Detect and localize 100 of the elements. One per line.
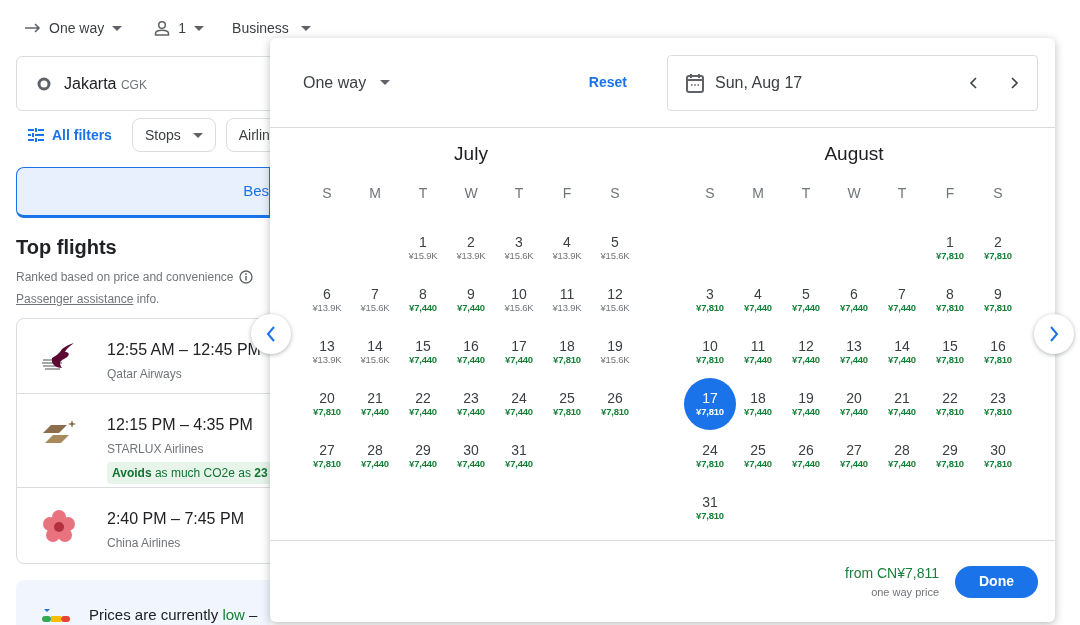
calendar-day[interactable]: 13 ¥13.9K	[303, 326, 351, 378]
calendar-day[interactable]: 28 ¥7,440	[351, 430, 399, 482]
calendar-day[interactable]: 10 ¥7,810	[686, 326, 734, 378]
calendar-day[interactable]: 4 ¥7,440	[734, 274, 782, 326]
calendar-day[interactable]: 25 ¥7,810	[543, 378, 591, 430]
trip-type-dropdown[interactable]: One way	[303, 70, 391, 95]
weekday-label: W	[463, 183, 479, 203]
chevron-left-icon	[969, 76, 977, 89]
calendar-day[interactable]: 18 ¥7,810	[543, 326, 591, 378]
calendar-day[interactable]: 18 ¥7,440	[734, 378, 782, 430]
weekday-label: M	[368, 183, 382, 203]
filter-chip[interactable]: Airlin	[225, 118, 270, 152]
calendar-day[interactable]: 27 ¥7,440	[830, 430, 878, 482]
caret-icon	[112, 25, 123, 31]
assistance-link[interactable]: Passenger assistance	[16, 292, 134, 306]
bird-logo	[41, 343, 74, 370]
calendar-day[interactable]: 4 ¥13.9K	[543, 222, 591, 274]
calendar-day[interactable]: 1 ¥7,810	[926, 222, 974, 274]
calendar-day[interactable]: 5 ¥15.6K	[591, 222, 639, 274]
reset-button[interactable]: Reset	[588, 72, 627, 93]
assistance-note: Passenger assistance info.	[16, 292, 160, 306]
calendar-day[interactable]: 21 ¥7,440	[878, 378, 926, 430]
calendar-day[interactable]: 20 ¥7,810	[303, 378, 351, 430]
calendar-day[interactable]: 13 ¥7,440	[830, 326, 878, 378]
calendar-day[interactable]: 8 ¥7,440	[399, 274, 447, 326]
sort-tab[interactable]: Bes	[16, 167, 270, 218]
calendar-day[interactable]: 1 ¥15.9K	[399, 222, 447, 274]
calendar-day[interactable]: 9 ¥7,440	[447, 274, 495, 326]
chevron-right-icon	[1011, 76, 1019, 89]
info-icon[interactable]	[238, 270, 253, 284]
calendar-day[interactable]: 22 ¥7,440	[399, 378, 447, 430]
calendar-day[interactable]: 23 ¥7,810	[974, 378, 1022, 430]
weekday-label: S	[704, 183, 716, 203]
calendar-day[interactable]: 22 ¥7,810	[926, 378, 974, 430]
calendar-day[interactable]: 16 ¥7,810	[974, 326, 1022, 378]
calendar-day[interactable]: 29 ¥7,810	[926, 430, 974, 482]
calendar-day[interactable]: 15 ¥7,810	[926, 326, 974, 378]
section-title: Top flights	[16, 235, 118, 260]
price-insight-text: Prices are currently low –	[89, 605, 258, 624]
calendar-day[interactable]: 24 ¥7,440	[495, 378, 543, 430]
calendar-day[interactable]: 2 ¥7,810	[974, 222, 1022, 274]
calendar-day[interactable]: 29 ¥7,440	[399, 430, 447, 482]
calendar-day[interactable]: 7 ¥15.6K	[351, 274, 399, 326]
calendar-day[interactable]: 10 ¥15.6K	[495, 274, 543, 326]
lowest-price: from CN¥7,811	[845, 563, 939, 583]
calendar-day[interactable]: 26 ¥7,440	[782, 430, 830, 482]
calendar-day[interactable]: 25 ¥7,440	[734, 430, 782, 482]
calendar-day[interactable]: 31 ¥7,810	[686, 482, 734, 534]
calendar-day[interactable]: 14 ¥15.6K	[351, 326, 399, 378]
filter-chip[interactable]: Stops	[131, 118, 216, 152]
calendar-day[interactable]: 17 ¥7,810	[684, 378, 736, 430]
calendar-day[interactable]: 26 ¥7,810	[591, 378, 639, 430]
price-note: one way price	[870, 584, 939, 600]
next-month-button[interactable]	[1034, 314, 1074, 354]
calendar-day[interactable]: 30 ¥7,810	[974, 430, 1022, 482]
calendar-day[interactable]: 21 ¥7,440	[351, 378, 399, 430]
calendar-day[interactable]: 24 ¥7,810	[686, 430, 734, 482]
weekday-label: T	[513, 183, 525, 203]
calendar-day[interactable]: 28 ¥7,440	[878, 430, 926, 482]
calendar-day[interactable]: 2 ¥13.9K	[447, 222, 495, 274]
calendar-day[interactable]: 14 ¥7,440	[878, 326, 926, 378]
calendar-day[interactable]: 7 ¥7,440	[878, 274, 926, 326]
emissions-badge: Avoids as much CO2e as 23	[107, 462, 270, 484]
all-filters-button[interactable]: All filters	[16, 124, 112, 146]
calendar-day[interactable]: 3 ¥7,810	[686, 274, 734, 326]
calendar-day[interactable]: 11 ¥13.9K	[543, 274, 591, 326]
calendar-day[interactable]: 19 ¥7,440	[782, 378, 830, 430]
calendar-day[interactable]: 3 ¥15.6K	[495, 222, 543, 274]
calendar-day[interactable]: 20 ¥7,440	[830, 378, 878, 430]
calendar-day[interactable]: 16 ¥7,440	[447, 326, 495, 378]
calendar-day[interactable]: 9 ¥7,810	[974, 274, 1022, 326]
caret-icon	[194, 25, 205, 31]
calendar-icon	[685, 72, 705, 93]
calendar-day[interactable]: 15 ¥7,440	[399, 326, 447, 378]
done-button[interactable]: Done	[955, 565, 1038, 598]
passengers-dropdown[interactable]: 1	[154, 17, 205, 39]
person-icon	[154, 20, 171, 36]
calendar-day[interactable]: 6 ¥13.9K	[303, 274, 351, 326]
calendar-day[interactable]: 6 ¥7,440	[830, 274, 878, 326]
calendar-day[interactable]: 12 ¥7,440	[782, 326, 830, 378]
trip-type-dropdown[interactable]: One way	[25, 17, 123, 39]
calendar-day[interactable]: 12 ¥15.6K	[591, 274, 639, 326]
calendar-day[interactable]: 27 ¥7,810	[303, 430, 351, 482]
weekday-label: F	[561, 183, 573, 203]
calendar-day[interactable]: 8 ¥7,810	[926, 274, 974, 326]
calendar-day[interactable]: 31 ¥7,440	[495, 430, 543, 482]
calendar-day[interactable]: 19 ¥15.6K	[591, 326, 639, 378]
caret-icon	[380, 80, 391, 85]
chevron-left-icon	[266, 326, 276, 342]
calendar-day[interactable]: 11 ¥7,440	[734, 326, 782, 378]
cabin-class-dropdown[interactable]: Business	[232, 17, 311, 39]
flower-logo	[43, 510, 75, 542]
star-logo	[43, 420, 76, 443]
calendar-day[interactable]: 17 ¥7,440	[495, 326, 543, 378]
departure-date-field[interactable]: Sun, Aug 17	[667, 54, 1038, 111]
calendar-day[interactable]: 5 ¥7,440	[782, 274, 830, 326]
calendar-day[interactable]: 30 ¥7,440	[447, 430, 495, 482]
caret-icon	[192, 132, 203, 138]
calendar-day[interactable]: 23 ¥7,440	[447, 378, 495, 430]
sliders-icon	[28, 128, 44, 142]
